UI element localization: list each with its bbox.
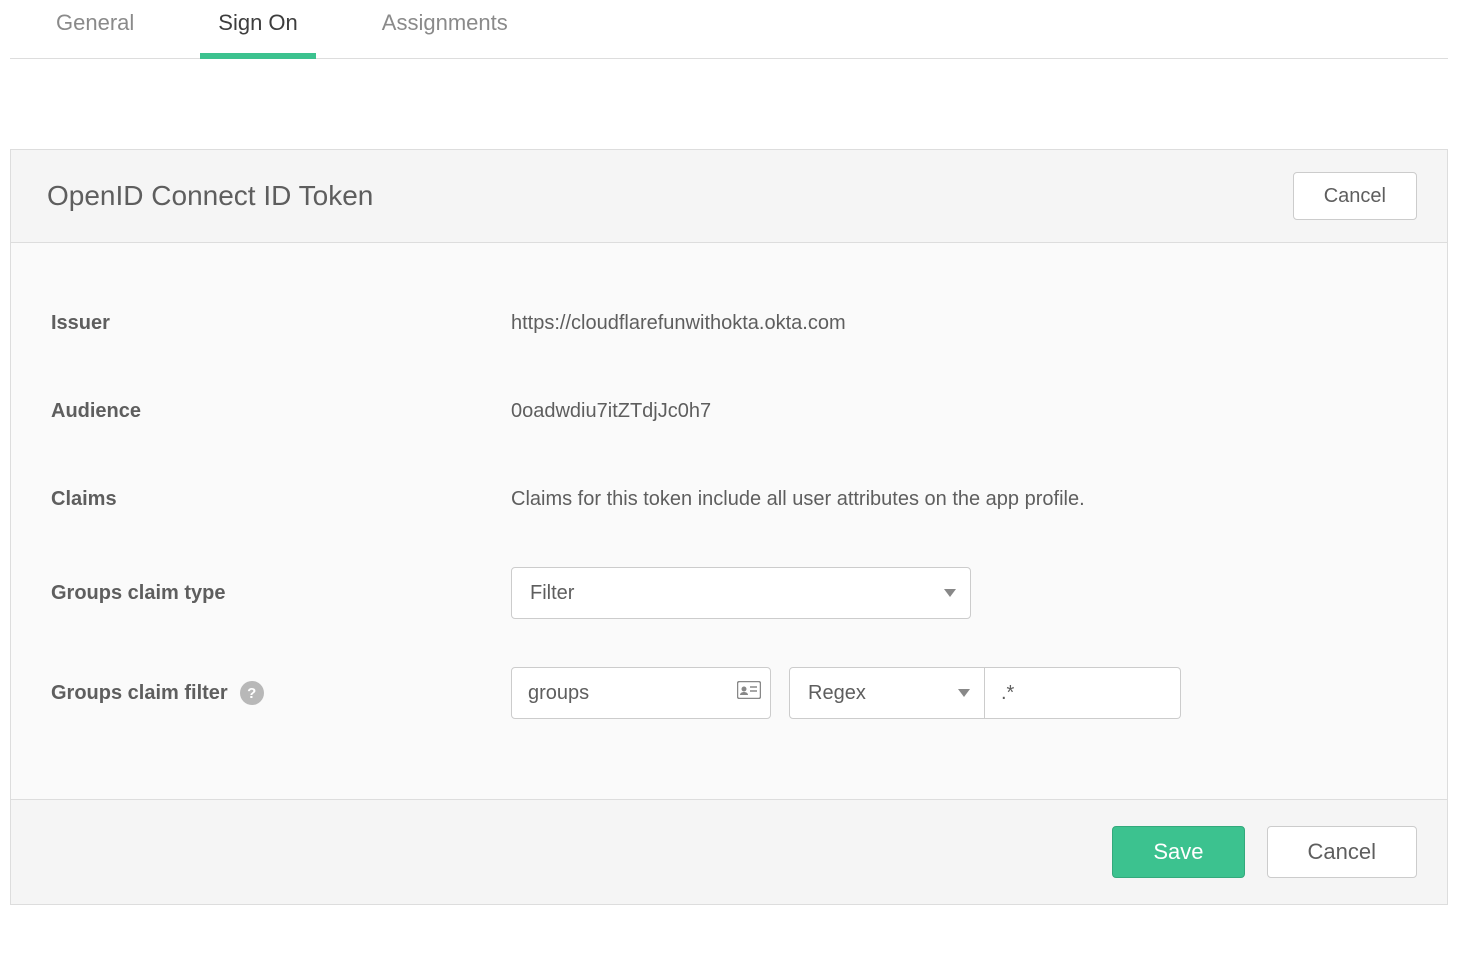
groups-claim-match-select[interactable]: Regex — [789, 667, 985, 719]
tab-assignments[interactable]: Assignments — [364, 0, 526, 58]
groups-claim-type-label: Groups claim type — [51, 582, 511, 605]
tab-sign-on[interactable]: Sign On — [200, 0, 316, 58]
groups-claim-match-value: Regex — [808, 682, 866, 705]
audience-value: 0oadwdiu7itZTdjJc0h7 — [511, 400, 1407, 423]
chevron-down-icon — [944, 589, 956, 597]
groups-claim-name-input[interactable] — [511, 667, 771, 719]
panel-title: OpenID Connect ID Token — [47, 180, 373, 212]
issuer-label: Issuer — [51, 312, 511, 335]
panel-header: OpenID Connect ID Token Cancel — [11, 150, 1447, 243]
groups-claim-value-input[interactable] — [985, 667, 1181, 719]
tab-general[interactable]: General — [38, 0, 152, 58]
cancel-button-bottom[interactable]: Cancel — [1267, 826, 1417, 878]
panel-footer: Save Cancel — [11, 799, 1447, 904]
tabs-bar: General Sign On Assignments — [10, 0, 1448, 59]
oidc-token-panel: OpenID Connect ID Token Cancel Issuer ht… — [10, 149, 1448, 905]
groups-claim-type-value: Filter — [530, 582, 574, 605]
groups-claim-type-select[interactable]: Filter — [511, 567, 971, 619]
help-icon[interactable]: ? — [240, 681, 264, 705]
cancel-button-top[interactable]: Cancel — [1293, 172, 1417, 220]
panel-body: Issuer https://cloudflarefunwithokta.okt… — [11, 243, 1447, 799]
audience-label: Audience — [51, 400, 511, 423]
claims-value: Claims for this token include all user a… — [511, 488, 1407, 511]
save-button[interactable]: Save — [1112, 826, 1244, 878]
chevron-down-icon — [958, 689, 970, 697]
id-card-icon — [737, 681, 761, 705]
issuer-value: https://cloudflarefunwithokta.okta.com — [511, 312, 1407, 335]
groups-claim-filter-label: Groups claim filter — [51, 682, 228, 705]
claims-label: Claims — [51, 488, 511, 511]
